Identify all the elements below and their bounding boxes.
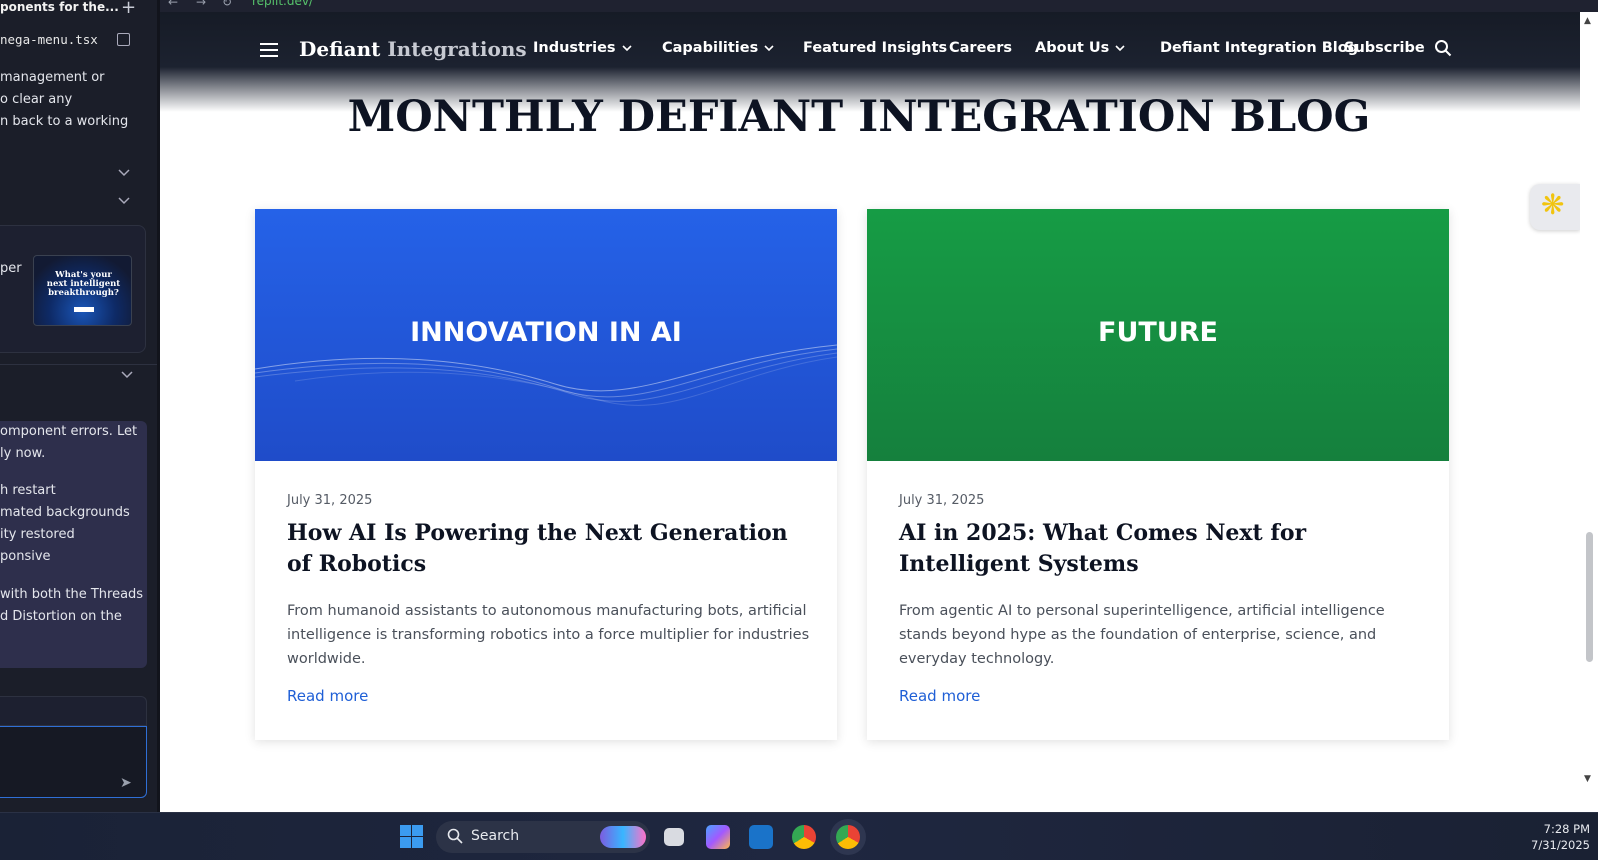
- thumb-text-line: breakthrough?: [48, 288, 119, 298]
- nav-label: Subscribe: [1344, 40, 1425, 56]
- chat-list-item: h restart: [0, 483, 56, 498]
- nav-featured-insights[interactable]: Featured Insights: [803, 40, 947, 56]
- post-cover-image[interactable]: FUTURE: [867, 209, 1449, 461]
- post-title[interactable]: How AI Is Powering the Next Generation o…: [287, 518, 807, 580]
- desktop: ponents for the... + nega-menu.tsx manag…: [0, 0, 1598, 860]
- nav-careers[interactable]: Careers: [949, 40, 1012, 56]
- clock-date: 7/31/2025: [1531, 838, 1590, 852]
- blog-post-card[interactable]: FUTURE July 31, 2025 AI in 2025: What Co…: [867, 209, 1449, 740]
- chevron-down-icon: [764, 44, 774, 51]
- chrome-active-icon[interactable]: [836, 825, 860, 849]
- chat-text-line: o clear any: [0, 92, 73, 107]
- send-icon[interactable]: ➤: [120, 775, 132, 791]
- address-bar[interactable]: ← → ↻ replit.dev/: [160, 0, 1598, 12]
- reload-icon[interactable]: ↻: [222, 0, 232, 9]
- post-category-tag: FUTURE: [1098, 317, 1218, 348]
- thumb-button-shape: [74, 307, 94, 312]
- nav-capabilities[interactable]: Capabilities: [662, 40, 774, 56]
- chat-list-item: mated backgrounds: [0, 505, 130, 520]
- nav-label: Careers: [949, 40, 1013, 56]
- post-title[interactable]: AI in 2025: What Comes Next for Intellig…: [899, 518, 1419, 580]
- chat-text-line: omponent errors. Let: [0, 424, 138, 439]
- read-more-link[interactable]: Read more: [287, 687, 368, 705]
- chat-text-line: with both the Threads: [0, 587, 144, 602]
- windows-taskbar: Search 7:28 PM 7/31/2025: [0, 812, 1598, 860]
- search-highlight-art: [600, 826, 646, 848]
- search-icon[interactable]: [1434, 39, 1452, 57]
- file-tab-label[interactable]: nega-menu.tsx: [0, 32, 98, 47]
- nav-about-us[interactable]: About Us: [1035, 40, 1125, 56]
- search-icon: [447, 828, 463, 844]
- post-category-tag: INNOVATION IN AI: [410, 317, 682, 348]
- back-icon[interactable]: ←: [168, 0, 178, 9]
- sparkle-icon: ❋: [1541, 188, 1565, 221]
- scroll-up-arrow-icon[interactable]: ▲: [1584, 16, 1591, 26]
- chevron-down-icon[interactable]: [121, 371, 133, 379]
- post-cover-image[interactable]: INNOVATION IN AI: [255, 209, 837, 461]
- open-file-icon[interactable]: [117, 33, 130, 46]
- chat-text-line: management or: [0, 70, 105, 85]
- taskbar-search-box[interactable]: Search: [436, 821, 650, 853]
- brand-secondary: Integrations: [387, 37, 527, 61]
- chrome-icon[interactable]: [792, 825, 816, 849]
- chevron-down-icon: [1115, 44, 1125, 51]
- post-excerpt: From agentic AI to personal superintelli…: [899, 603, 1385, 667]
- chat-list-item: ity restored: [0, 527, 75, 542]
- nav-label: About Us: [1035, 40, 1110, 56]
- post-excerpt: From humanoid assistants to autonomous m…: [287, 603, 810, 667]
- divider: [0, 364, 157, 365]
- scroll-down-arrow-icon[interactable]: ▼: [1584, 774, 1591, 784]
- nav-label: Capabilities: [662, 40, 759, 56]
- attachment-label: per: [0, 261, 22, 276]
- chat-text-line: d Distortion on the: [0, 609, 122, 624]
- chevron-down-icon[interactable]: [118, 197, 130, 205]
- web-page: Defiant Integrations Industries Capabili…: [160, 12, 1580, 812]
- post-date: July 31, 2025: [287, 493, 373, 508]
- brand-primary: Defiant: [299, 37, 381, 61]
- url-text[interactable]: replit.dev/: [252, 0, 313, 8]
- chevron-down-icon[interactable]: [118, 169, 130, 177]
- site-logo[interactable]: Defiant Integrations: [299, 37, 527, 61]
- chat-text-line: n back to a working: [0, 114, 129, 129]
- browser-window: ← → ↻ replit.dev/ Defiant Integrations I…: [160, 0, 1598, 812]
- vertical-scrollbar[interactable]: ▲ ▼: [1580, 12, 1598, 812]
- nav-blog[interactable]: Defiant Integration Blog: [1160, 40, 1358, 56]
- nav-label: Industries: [533, 40, 616, 56]
- post-date: July 31, 2025: [899, 493, 985, 508]
- search-label: Search: [471, 828, 520, 844]
- ide-chat-panel: ponents for the... + nega-menu.tsx manag…: [0, 0, 157, 812]
- nav-label: Defiant Integration Blog: [1160, 40, 1359, 56]
- nav-label: Featured Insights: [803, 40, 948, 56]
- nav-industries[interactable]: Industries: [533, 40, 632, 56]
- floating-assistant-widget[interactable]: ❋: [1530, 184, 1580, 230]
- plus-icon[interactable]: +: [121, 0, 136, 18]
- chat-list-item: ponsive: [0, 549, 51, 564]
- blog-post-card[interactable]: INNOVATION IN AI July 31, 2025 How AI Is…: [255, 209, 837, 740]
- outlook-icon[interactable]: [749, 825, 773, 849]
- forward-icon[interactable]: →: [196, 0, 206, 9]
- system-clock[interactable]: 7:28 PM 7/31/2025: [1480, 821, 1590, 853]
- chat-input-toolbar: [0, 696, 147, 726]
- chevron-down-icon: [622, 44, 632, 51]
- chat-text-line: ly now.: [0, 446, 46, 461]
- nav-subscribe[interactable]: Subscribe: [1344, 40, 1425, 56]
- copilot-icon[interactable]: [706, 825, 730, 849]
- hamburger-menu-icon[interactable]: [260, 43, 278, 57]
- scrollbar-thumb[interactable]: [1586, 532, 1593, 662]
- read-more-link[interactable]: Read more: [899, 687, 980, 705]
- clock-time: 7:28 PM: [1543, 822, 1590, 836]
- task-view-icon[interactable]: [664, 828, 684, 846]
- screenshot-thumbnail[interactable]: What's your next intelligent breakthroug…: [33, 255, 132, 326]
- page-title: MONTHLY DEFIANT INTEGRATION BLOG: [347, 92, 1371, 142]
- windows-start-icon[interactable]: [400, 825, 424, 849]
